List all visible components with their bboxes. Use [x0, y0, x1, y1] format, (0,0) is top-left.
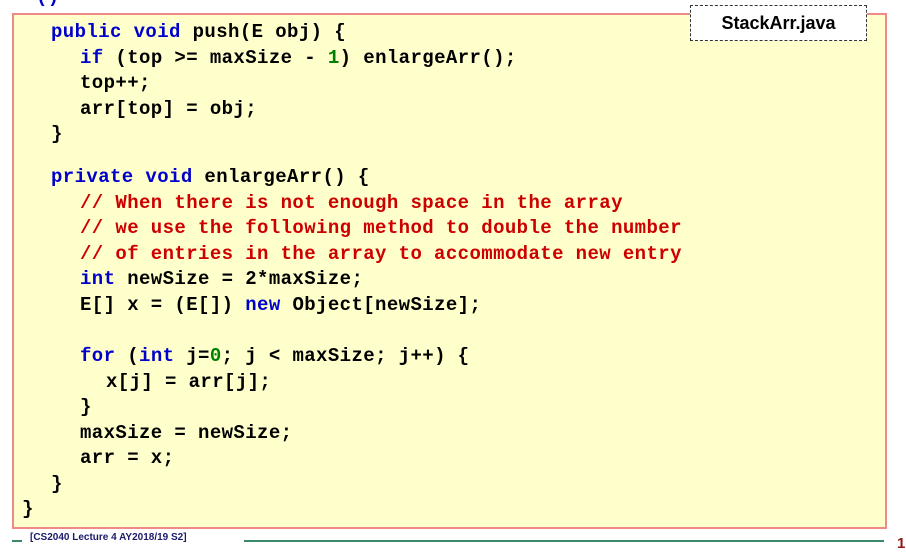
code-line-1: public void push(E obj) {: [51, 21, 346, 43]
keyword: for: [80, 345, 116, 367]
code-line-18: }: [22, 498, 34, 520]
code-text: push(E obj) {: [180, 21, 347, 43]
filename-label: StackArr.java: [690, 5, 867, 41]
code-comment: // we use the following method to double…: [80, 217, 682, 239]
keyword: int: [80, 268, 116, 290]
code-line-16: arr = x;: [80, 447, 175, 469]
code-text: Object[newSize];: [280, 294, 482, 316]
code-text: newSize = 2*maxSize;: [115, 268, 364, 290]
keyword: int: [139, 345, 175, 367]
code-line-12: for (int j=0; j < maxSize; j++) {: [80, 345, 469, 367]
code-text: (: [115, 345, 140, 367]
code-line-5: }: [51, 123, 63, 145]
footer-course-label: [CS2040 Lecture 4 AY2018/19 S2]: [30, 532, 187, 543]
code-line-7: // When there is not enough space in the…: [80, 192, 623, 214]
code-comment: // When there is not enough space in the…: [80, 192, 623, 214]
keyword: public void: [51, 21, 181, 43]
code-line-15: maxSize = newSize;: [80, 422, 293, 444]
code-text: E[] x = (E[]): [80, 294, 246, 316]
code-line-2: if (top >= maxSize - 1) enlargeArr();: [80, 47, 517, 69]
footer-divider-left: [12, 540, 22, 542]
code-text: ) enlargeArr();: [339, 47, 517, 69]
code-text: j=: [174, 345, 210, 367]
code-text: enlargeArr() {: [192, 166, 370, 188]
clipped-header-fragment: (): [36, 0, 60, 8]
code-text: ; j < maxSize; j++) {: [221, 345, 470, 367]
code-line-6: private void enlargeArr() {: [51, 166, 370, 188]
code-line-3: top++;: [80, 72, 151, 94]
code-comment: // of entries in the array to accommodat…: [80, 243, 682, 265]
code-text: (top >= maxSize -: [103, 47, 328, 69]
code-line-10: int newSize = 2*maxSize;: [80, 268, 363, 290]
code-line-13: x[j] = arr[j];: [106, 371, 272, 393]
keyword: if: [80, 47, 104, 69]
keyword: new: [245, 294, 281, 316]
code-line-4: arr[top] = obj;: [80, 98, 258, 120]
footer-divider-right: [244, 540, 884, 542]
number-literal: 0: [209, 345, 222, 367]
code-line-14: }: [80, 396, 92, 418]
code-line-17: }: [51, 473, 63, 495]
code-line-9: // of entries in the array to accommodat…: [80, 243, 682, 265]
number-literal: 1: [327, 47, 340, 69]
code-line-8: // we use the following method to double…: [80, 217, 682, 239]
code-line-11: E[] x = (E[]) new Object[newSize];: [80, 294, 481, 316]
keyword: private void: [51, 166, 193, 188]
page-number: 1: [897, 535, 906, 552]
